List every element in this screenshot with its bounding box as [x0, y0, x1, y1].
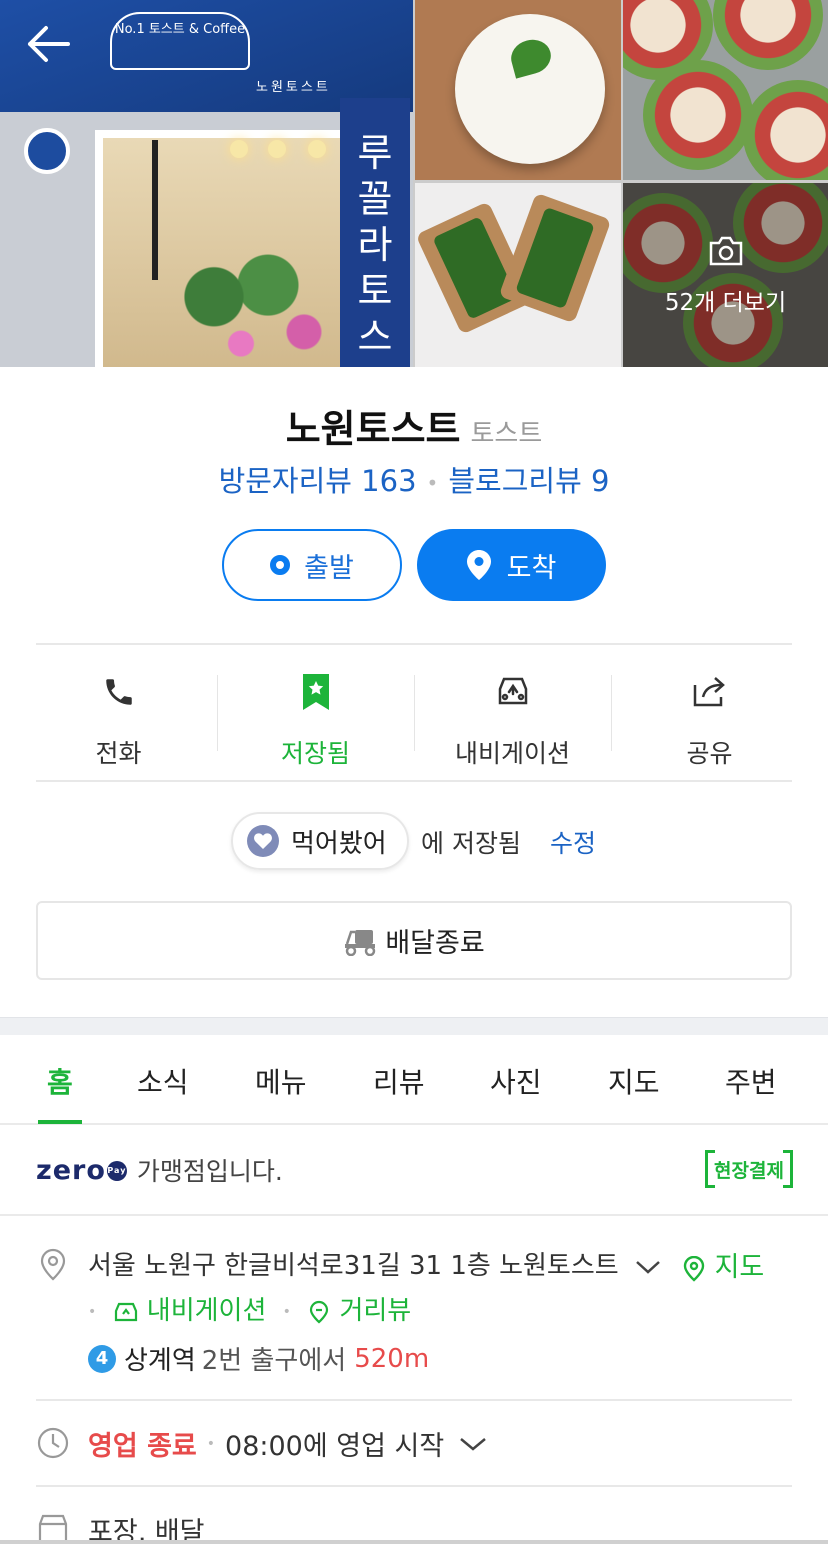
streetview-icon: [310, 1300, 329, 1323]
next-open-time: 08:00에 영업 시작: [225, 1431, 445, 1462]
share-button[interactable]: 공유: [611, 660, 808, 768]
active-tab-indicator: [38, 1120, 82, 1124]
divider: [36, 1399, 792, 1401]
divider: [36, 643, 792, 645]
back-arrow-icon[interactable]: [22, 22, 74, 66]
navigation-label: 내비게이션: [454, 739, 570, 768]
chevron-down-icon: [460, 1437, 487, 1451]
heart-icon: [247, 825, 279, 857]
subway-exit: 2번 출구에서: [201, 1346, 347, 1376]
photo-cheese[interactable]: [415, 0, 621, 180]
business-hours[interactable]: 영업 종료 • 08:00에 영업 시작: [88, 1424, 488, 1463]
visitor-reviews-link[interactable]: 방문자리뷰 163: [219, 464, 417, 498]
subway-line-badge: 4: [88, 1344, 116, 1373]
tab-bar: 홈 소식 메뉴 리뷰 사진 지도 주변: [0, 1035, 828, 1125]
onsite-payment-badge[interactable]: 현장결제: [705, 1150, 793, 1188]
subway-info: 4 상계역 2번 출구에서 520m: [88, 1340, 429, 1377]
saved-list-chip[interactable]: 먹어봤어: [231, 812, 409, 870]
map-link[interactable]: 지도: [682, 1245, 764, 1284]
place-title-row: 노원토스트 토스트: [0, 398, 828, 453]
more-photos-label: 52개 더보기: [664, 290, 787, 316]
review-counts: 방문자리뷰 163 • 블로그리뷰 9: [218, 464, 610, 498]
zeropay-logo: zeroPay: [36, 1154, 127, 1186]
tab-map[interactable]: 지도: [608, 1061, 660, 1101]
store-logo: [24, 128, 70, 174]
save-label: 저장됨: [280, 739, 350, 768]
action-bar: 전화 저장됨 내비게이션 공유: [20, 660, 808, 768]
route-end-label: 도착: [506, 552, 557, 584]
divider: [0, 1214, 828, 1216]
zeropay-text: 가맹점입니다.: [136, 1157, 283, 1186]
route-end-button[interactable]: 도착: [417, 529, 606, 601]
tab-home[interactable]: 홈: [47, 1061, 73, 1101]
subway-station: 상계역: [124, 1346, 196, 1376]
clock-icon: [37, 1427, 69, 1459]
location-pin-icon: [40, 1248, 66, 1281]
location-pin-icon: [466, 550, 491, 580]
map-pin-icon: [683, 1255, 705, 1282]
business-status: 영업 종료: [88, 1431, 197, 1462]
bookmark-star-icon: [302, 674, 329, 710]
more-photos-button[interactable]: 52개 더보기: [623, 183, 828, 367]
bottom-edge: [0, 1540, 828, 1544]
tab-news[interactable]: 소식: [137, 1061, 189, 1101]
share-label: 공유: [686, 739, 733, 768]
car-navigation-icon: [498, 677, 527, 705]
awning-label: 노원토스트: [256, 80, 331, 95]
chevron-down-icon: [636, 1260, 660, 1274]
photo-sandwich[interactable]: [415, 183, 621, 367]
place-name: 노원토스트: [285, 407, 461, 451]
photo-salad[interactable]: [623, 0, 828, 180]
delivery-label: 배달종료: [385, 928, 485, 959]
awning-sign: No.1 토스트 & Coffee: [110, 12, 250, 70]
tab-photos[interactable]: 사진: [490, 1061, 542, 1101]
address-text[interactable]: 서울 노원구 한글비석로31길 31 1층 노원토스트: [88, 1245, 661, 1282]
saved-list-name: 먹어봤어: [291, 828, 387, 859]
divider: [36, 780, 792, 782]
share-icon: [693, 677, 725, 707]
photo-gallery[interactable]: No.1 토스트 & Coffee 노원토스트 루꼴라토스트 52개 더보기: [0, 0, 828, 367]
call-label: 전화: [95, 739, 142, 768]
car-icon: [114, 1302, 137, 1321]
tab-reviews[interactable]: 리뷰: [373, 1061, 425, 1101]
subway-distance: 520m: [354, 1343, 430, 1374]
zeropay-row: zeroPay 가맹점입니다.: [36, 1150, 283, 1190]
edit-saved-link[interactable]: 수정: [550, 824, 596, 860]
divider: [36, 1485, 792, 1487]
delivery-scooter-icon: [345, 929, 376, 956]
pillar-sign: 루꼴라토스트: [357, 131, 393, 367]
saved-status-text: 에 저장됨: [421, 829, 521, 858]
call-button[interactable]: 전화: [20, 660, 217, 768]
streetview-link[interactable]: 거리뷰: [307, 1296, 411, 1326]
navigation-button[interactable]: 내비게이션: [414, 660, 611, 768]
tab-menu[interactable]: 메뉴: [255, 1061, 307, 1101]
address-sub-links: • 내비게이션 • 거리뷰: [88, 1296, 412, 1326]
save-button[interactable]: 저장됨: [217, 660, 414, 768]
start-point-icon: [270, 555, 291, 575]
delivery-button[interactable]: 배달종료: [36, 901, 792, 980]
camera-icon: [709, 236, 743, 266]
section-gap: [0, 1017, 828, 1035]
phone-icon: [105, 679, 132, 705]
route-start-label: 출발: [304, 552, 354, 584]
services-text: 포장, 배달: [88, 1517, 205, 1544]
address-navigation-link[interactable]: 내비게이션: [113, 1296, 275, 1326]
blog-reviews-link[interactable]: 블로그리뷰 9: [448, 464, 609, 498]
tab-nearby[interactable]: 주변: [725, 1061, 777, 1101]
route-start-button[interactable]: 출발: [222, 529, 402, 601]
place-category: 토스트: [470, 419, 543, 449]
